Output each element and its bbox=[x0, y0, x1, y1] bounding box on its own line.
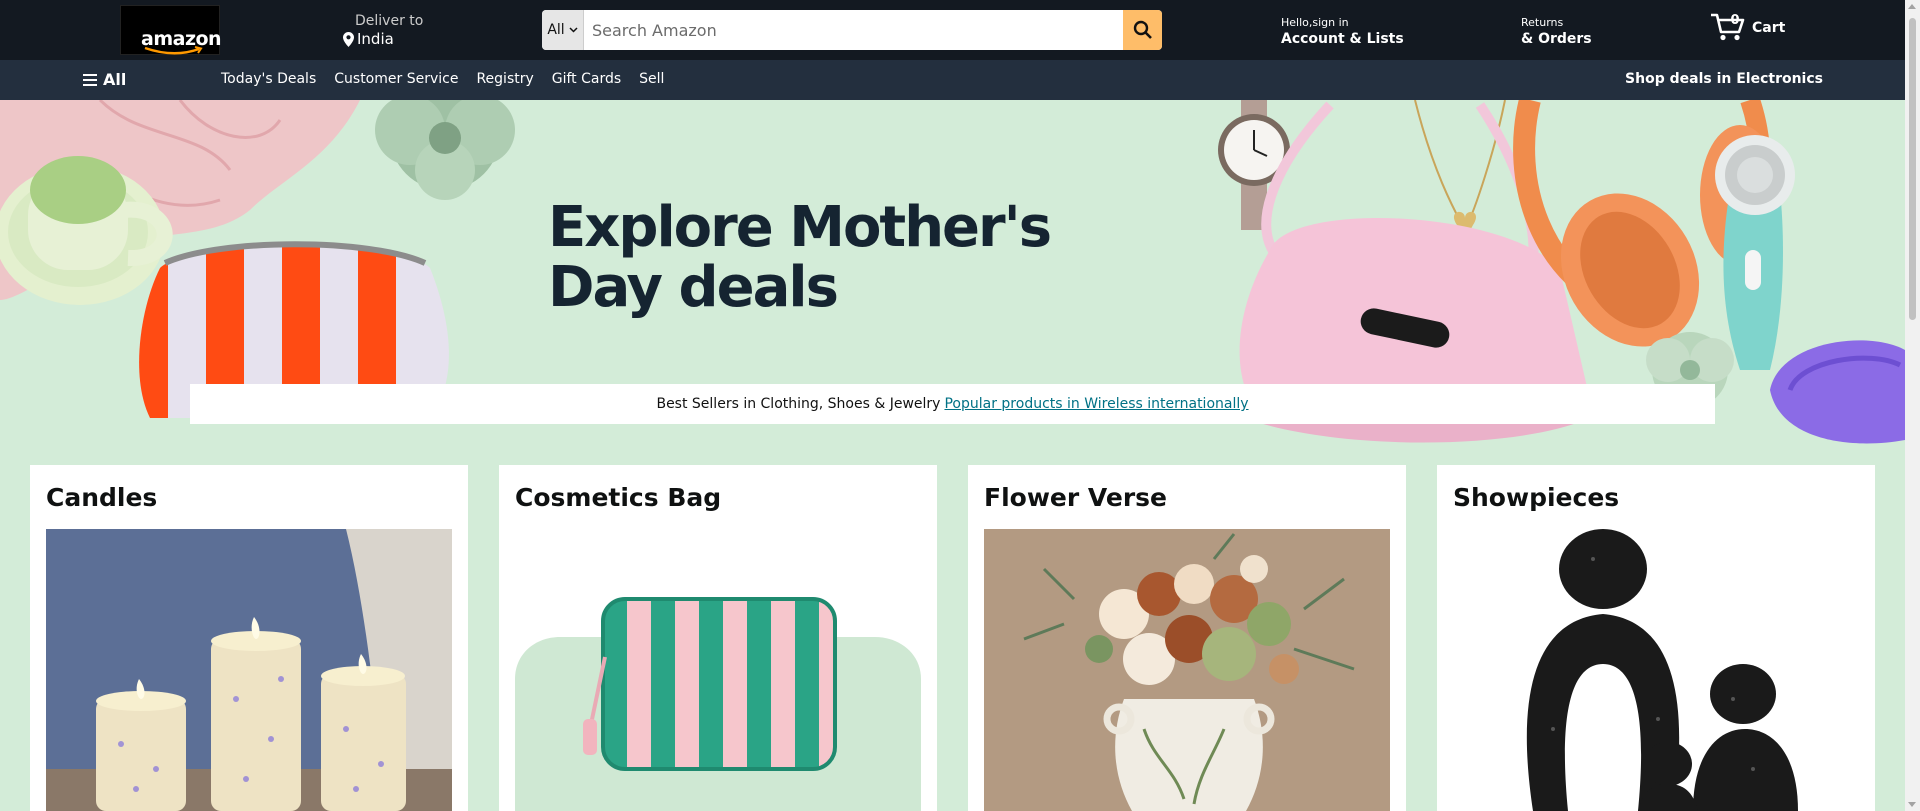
top-nav: amazon Deliver to India All H bbox=[0, 0, 1905, 60]
purple-brush-image bbox=[1770, 340, 1905, 444]
nav-link-sell[interactable]: Sell bbox=[639, 71, 664, 87]
card-cosmetics-bag[interactable]: Cosmetics Bag bbox=[499, 465, 937, 811]
cart-button[interactable]: 0 Cart bbox=[1710, 12, 1785, 42]
all-menu-button[interactable]: All bbox=[83, 70, 126, 89]
returns-label: Returns bbox=[1521, 16, 1564, 29]
scroll-down-arrow-icon[interactable] bbox=[1908, 802, 1916, 807]
nav-links: Today's Deals Customer Service Registry … bbox=[221, 71, 682, 87]
search-category-select[interactable]: All bbox=[542, 10, 584, 50]
sub-nav: All Today's Deals Customer Service Regis… bbox=[0, 60, 1905, 100]
returns-orders[interactable]: Returns & Orders bbox=[1521, 16, 1592, 47]
account-label: Account & Lists bbox=[1281, 31, 1404, 47]
card-title: Flower Verse bbox=[984, 483, 1168, 512]
card-title: Cosmetics Bag bbox=[515, 483, 722, 512]
search-bar: All bbox=[542, 10, 1162, 50]
cosmetics-bag-image[interactable] bbox=[515, 529, 921, 811]
search-category-label: All bbox=[547, 22, 565, 38]
showpieces-image[interactable] bbox=[1453, 529, 1859, 811]
nav-link-registry[interactable]: Registry bbox=[476, 71, 533, 87]
cart-count: 0 bbox=[1730, 13, 1740, 28]
nav-promo-link[interactable]: Shop deals in Electronics bbox=[1625, 71, 1823, 87]
bestsellers-strip: Best Sellers in Clothing, Shoes & Jewelr… bbox=[190, 384, 1715, 424]
scroll-up-arrow-icon[interactable] bbox=[1908, 4, 1916, 9]
nav-link-todays-deals[interactable]: Today's Deals bbox=[221, 71, 316, 87]
account-lists[interactable]: Hello,sign in Account & Lists bbox=[1281, 16, 1404, 47]
card-title: Showpieces bbox=[1453, 483, 1620, 512]
hero-title: Explore Mother's Day deals bbox=[548, 195, 1052, 320]
flower-image bbox=[375, 100, 515, 200]
deliver-location: India bbox=[357, 30, 394, 48]
location-pin-icon bbox=[343, 31, 354, 47]
card-showpieces[interactable]: Showpieces bbox=[1437, 465, 1875, 811]
search-icon bbox=[1133, 20, 1152, 39]
card-candles[interactable]: Candles bbox=[30, 465, 468, 811]
card-flower-verse[interactable]: Flower Verse bbox=[968, 465, 1406, 811]
card-title: Candles bbox=[46, 483, 158, 512]
amazon-logo[interactable]: amazon bbox=[120, 5, 222, 55]
orders-label: & Orders bbox=[1521, 31, 1592, 47]
search-input[interactable] bbox=[584, 10, 1123, 50]
search-button[interactable] bbox=[1123, 10, 1162, 50]
cart-label: Cart bbox=[1752, 20, 1786, 36]
hamburger-icon bbox=[83, 73, 97, 86]
nav-link-customer-service[interactable]: Customer Service bbox=[334, 71, 458, 87]
bestsellers-text: Best Sellers in Clothing, Shoes & Jewelr… bbox=[656, 396, 941, 412]
vertical-scrollbar[interactable] bbox=[1905, 0, 1920, 811]
flower-vase-image[interactable] bbox=[984, 529, 1390, 811]
candles-image[interactable] bbox=[46, 529, 452, 811]
bestsellers-link[interactable]: Popular products in Wireless internation… bbox=[944, 396, 1248, 412]
nav-link-gift-cards[interactable]: Gift Cards bbox=[552, 71, 621, 87]
all-menu-label: All bbox=[103, 70, 127, 89]
smile-arrow-icon bbox=[144, 46, 203, 55]
chevron-down-icon bbox=[569, 27, 578, 33]
deliver-label: Deliver to bbox=[355, 13, 424, 29]
scrollbar-thumb[interactable] bbox=[1909, 18, 1916, 320]
deliver-to[interactable]: Deliver to India bbox=[343, 13, 423, 48]
account-greeting: Hello,sign in bbox=[1281, 16, 1349, 29]
